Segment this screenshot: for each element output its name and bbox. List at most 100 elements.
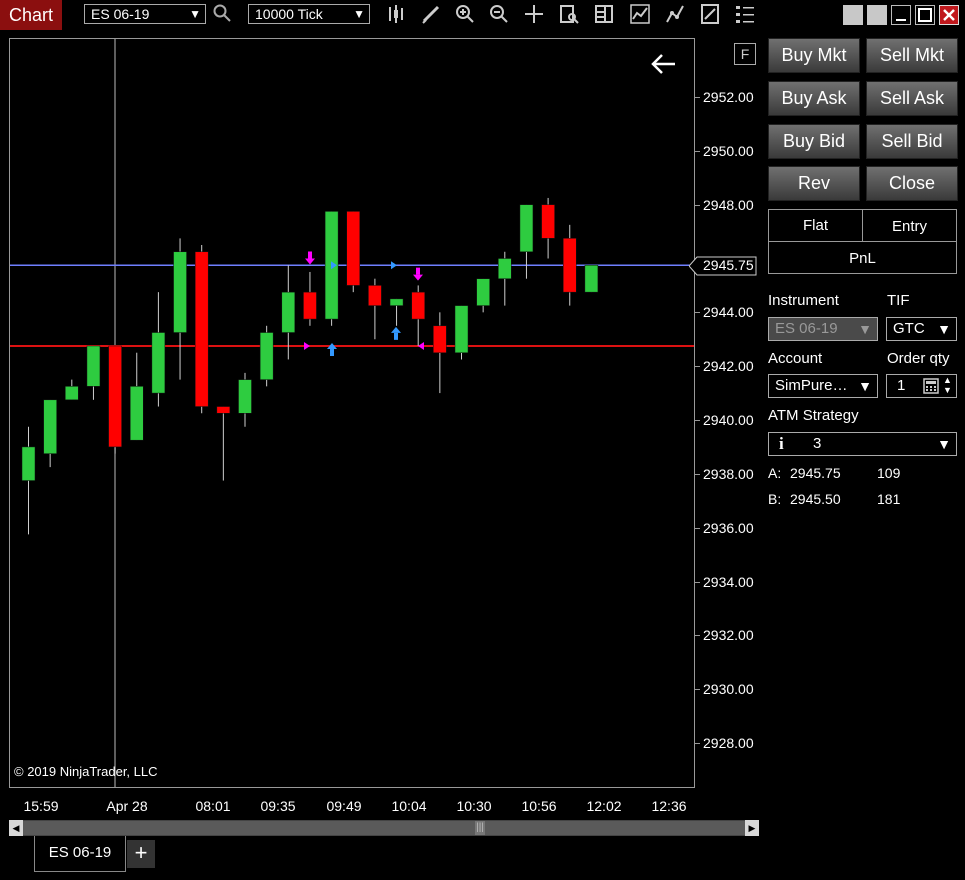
candle-body[interactable] xyxy=(519,204,534,253)
zoom-out-icon[interactable] xyxy=(487,3,511,27)
candle-body[interactable] xyxy=(368,285,382,306)
candle-body[interactable] xyxy=(216,406,231,414)
calculator-icon[interactable] xyxy=(923,378,939,401)
pnl-display: PnL xyxy=(768,241,957,274)
candle-body[interactable] xyxy=(151,332,166,394)
atm-strategy-select[interactable]: i 3 ▼ xyxy=(768,432,957,456)
candle-body[interactable] xyxy=(411,291,425,320)
buy-market-button[interactable]: Buy Mkt xyxy=(768,38,860,73)
data-box-icon[interactable] xyxy=(557,3,581,27)
candle-body[interactable] xyxy=(238,379,252,414)
drawing-tool-icon[interactable] xyxy=(419,3,443,27)
time-tick-label: 12:02 xyxy=(586,798,622,814)
info-icon[interactable]: i xyxy=(779,433,784,455)
buy-ask-button[interactable]: Buy Ask xyxy=(768,81,860,116)
window-title: Chart xyxy=(0,0,62,30)
f-button[interactable]: F xyxy=(734,43,756,65)
interval-selector[interactable]: 10000 Tick ▼ xyxy=(248,4,370,24)
account-select-value: SimPure… xyxy=(775,377,848,394)
candle-body[interactable] xyxy=(389,298,404,306)
strategies-icon[interactable] xyxy=(663,3,687,27)
templates-icon[interactable] xyxy=(698,3,722,27)
buy-execution-icon[interactable] xyxy=(391,326,401,340)
sell-ask-button[interactable]: Sell Ask xyxy=(866,81,958,116)
instrument-selector[interactable]: ES 06-19 ▼ xyxy=(84,4,206,24)
instrument-selector-label: ES 06-19 xyxy=(91,6,150,22)
add-tab-button[interactable]: + xyxy=(127,840,155,868)
candle-body[interactable] xyxy=(65,386,79,401)
candle-body[interactable] xyxy=(281,291,296,333)
price-tick-label: 2936.00 xyxy=(703,519,754,536)
execution-marker-icon xyxy=(418,341,424,350)
left-arrow-icon[interactable] xyxy=(650,52,678,83)
stepper-arrows-icon[interactable]: ▲ ▼ xyxy=(943,375,952,395)
tif-select-value: GTC xyxy=(893,320,925,337)
account-select[interactable]: SimPure… ▼ xyxy=(768,374,878,398)
price-tick xyxy=(695,204,700,206)
properties-list-icon[interactable] xyxy=(733,3,757,27)
bar-type-icon[interactable] xyxy=(385,3,409,27)
zoom-in-icon[interactable] xyxy=(453,3,477,27)
price-tick-label: 2944.00 xyxy=(703,304,754,321)
instrument-field[interactable]: ES 06-19 ▼ xyxy=(768,317,878,341)
crosshair-icon[interactable] xyxy=(522,3,546,27)
reverse-button[interactable]: Rev xyxy=(768,166,860,201)
price-tick xyxy=(695,97,700,98)
tab-es-06-19[interactable]: ES 06-19 xyxy=(34,836,126,872)
candle-body[interactable] xyxy=(86,345,101,387)
candle-body[interactable] xyxy=(43,399,57,454)
time-tick-label: 15:59 xyxy=(23,798,59,814)
time-axis[interactable]: 15:59 Apr 28 08:01 09:35 09:49 10:04 10:30 10:5… xyxy=(9,788,695,820)
scrollbar-thumb[interactable]: ||| xyxy=(475,821,485,835)
instrument-link-button[interactable] xyxy=(867,5,887,25)
candle-body[interactable] xyxy=(584,264,599,293)
chevron-down-icon: ▼ xyxy=(937,436,951,452)
scroll-left-icon[interactable]: ◀ xyxy=(9,820,23,836)
sell-execution-icon[interactable] xyxy=(413,267,423,281)
chevron-down-icon: ▼ xyxy=(189,7,201,21)
candle-body[interactable] xyxy=(173,251,187,333)
candle-body[interactable] xyxy=(21,446,36,481)
chart-trader-icon[interactable] xyxy=(592,3,616,27)
minimize-button[interactable] xyxy=(891,5,911,25)
candle-body[interactable] xyxy=(433,325,447,353)
order-qty-stepper[interactable]: 1 ▲ ▼ xyxy=(886,374,957,398)
buy-bid-button[interactable]: Buy Bid xyxy=(768,124,860,159)
candle-body[interactable] xyxy=(108,345,122,448)
sell-bid-button[interactable]: Sell Bid xyxy=(866,124,958,159)
time-tick-label: 08:01 xyxy=(195,798,231,814)
close-window-button[interactable] xyxy=(939,5,959,25)
price-tick-label: 2930.00 xyxy=(703,681,754,698)
candle-body[interactable] xyxy=(130,386,144,441)
price-tick xyxy=(695,312,700,314)
buy-execution-icon[interactable] xyxy=(327,343,337,357)
candle-body[interactable] xyxy=(259,332,274,380)
price-tick xyxy=(695,635,700,637)
scroll-right-icon[interactable]: ▶ xyxy=(745,820,759,836)
candle-body[interactable] xyxy=(346,211,360,286)
price-tick xyxy=(695,581,700,583)
close-position-button[interactable]: Close xyxy=(866,166,958,201)
ask-label: A: xyxy=(768,465,782,481)
candle-body[interactable] xyxy=(454,305,469,353)
price-chart[interactable] xyxy=(10,39,694,787)
scrollbar-track-right[interactable] xyxy=(485,821,747,835)
candle-body[interactable] xyxy=(563,238,577,293)
search-icon[interactable] xyxy=(210,3,234,27)
sell-market-button[interactable]: Sell Mkt xyxy=(866,38,958,73)
chevron-down-icon: ▼ xyxy=(858,378,872,394)
indicators-icon[interactable] xyxy=(628,3,652,27)
candle-body[interactable] xyxy=(303,291,317,320)
chevron-down-icon: ▼ xyxy=(353,7,365,21)
sell-execution-icon[interactable] xyxy=(305,251,315,265)
tif-select[interactable]: GTC ▼ xyxy=(886,317,957,341)
close-icon xyxy=(943,9,955,21)
candle-body[interactable] xyxy=(194,251,209,407)
maximize-button[interactable] xyxy=(915,5,935,25)
price-tick-label: 2934.00 xyxy=(703,573,754,590)
scrollbar-track-left[interactable] xyxy=(23,821,476,835)
candle-body[interactable] xyxy=(498,258,512,279)
link-button[interactable] xyxy=(843,5,863,25)
candle-body[interactable] xyxy=(541,204,555,239)
candle-body[interactable] xyxy=(476,278,490,306)
